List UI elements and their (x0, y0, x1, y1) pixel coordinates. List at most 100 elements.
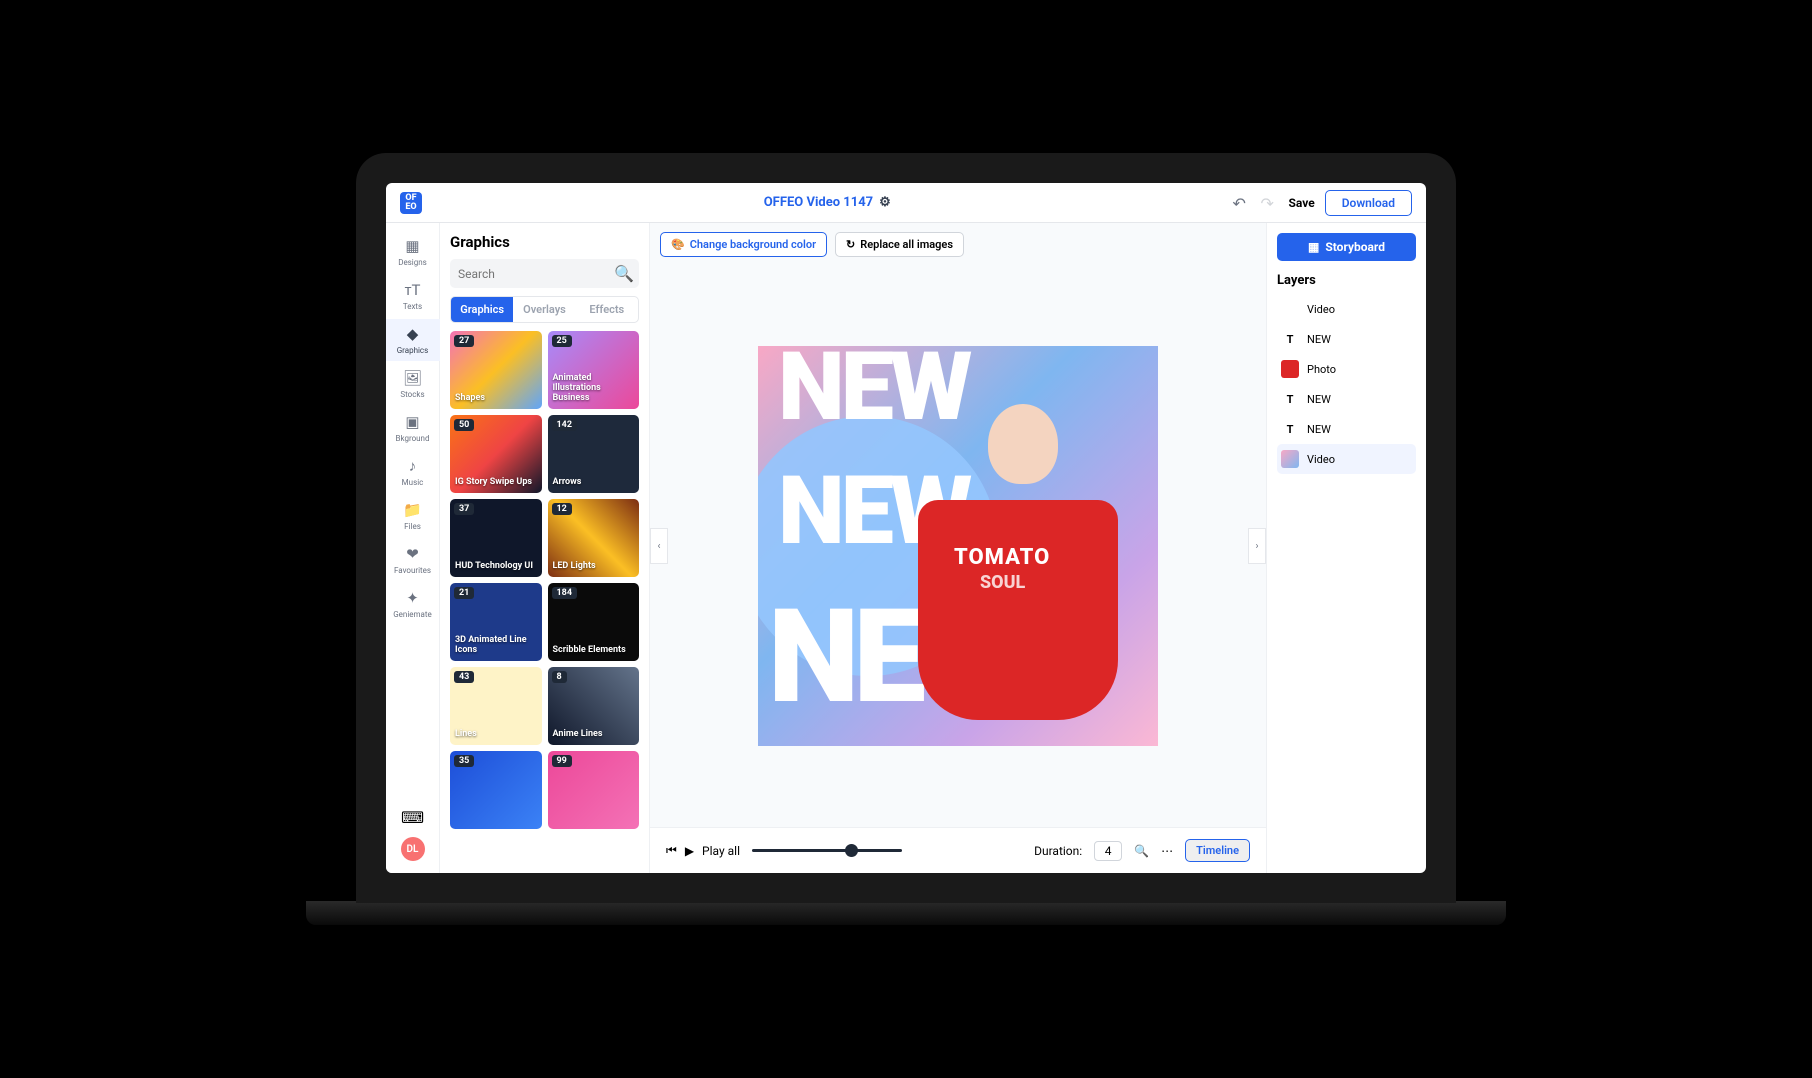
graphics-icon: ◆ (407, 325, 419, 343)
graphics-panel: Graphics 🔍 Graphics Overlays Effects 27S… (440, 223, 650, 873)
graphic-card[interactable]: 21 3D Animated Line Icons (450, 583, 542, 661)
layer-label: NEW (1307, 333, 1331, 346)
storyboard-icon: ▦ (1308, 240, 1319, 254)
graphic-card[interactable]: 12 LED Lights (548, 499, 640, 577)
text-icon: T (1281, 390, 1299, 408)
layer-item[interactable]: Video (1277, 294, 1416, 324)
music-icon: ♪ (409, 457, 417, 475)
tab-effects[interactable]: Effects (576, 297, 638, 322)
left-nav: ▦ Designs ᴛTTexts ◆Graphics 🖼 Stocks ▣Bkgr… (386, 223, 440, 873)
heart-icon: ❤ (406, 545, 419, 563)
card-title: LED Lights (553, 562, 596, 572)
more-icon[interactable]: ⋯ (1161, 844, 1173, 858)
download-button[interactable]: Download (1325, 190, 1412, 216)
panel-title: Graphics (450, 233, 639, 251)
duration-input[interactable] (1094, 841, 1122, 861)
user-avatar[interactable]: DL (401, 837, 425, 861)
next-scene-button[interactable]: › (1248, 528, 1266, 564)
right-panel: ▦Storyboard Layers VideoTNEWPhotoTNEWTNE… (1266, 223, 1426, 873)
photo-thumb-icon (1281, 360, 1299, 378)
card-count: 184 (552, 587, 578, 599)
card-title: 3D Animated Line Icons (455, 636, 537, 656)
nav-designs[interactable]: ▦ Designs (386, 231, 440, 273)
nav-label: Designs (398, 258, 427, 267)
play-icon[interactable]: ▶ (685, 844, 694, 858)
card-title: Arrows (553, 478, 582, 488)
layer-item[interactable]: T NEW (1277, 384, 1416, 414)
stocks-icon: 🖼 (403, 369, 422, 387)
project-title[interactable]: OFFEO Video 1147 (764, 195, 873, 210)
layer-item[interactable]: Video (1277, 444, 1416, 474)
layer-label: Video (1307, 453, 1335, 466)
zoom-slider[interactable] (752, 849, 902, 852)
graphic-card[interactable]: 37HUD Technology UI (450, 499, 542, 577)
nav-stocks[interactable]: 🖼 Stocks (386, 363, 440, 405)
card-count: 35 (454, 755, 474, 767)
graphic-card[interactable]: 99 (548, 751, 640, 829)
card-title: Anime Lines (553, 730, 603, 740)
play-all-label: Play all (702, 844, 740, 858)
layers-title: Layers (1277, 273, 1416, 288)
card-count: 12 (552, 503, 572, 515)
canvas-area: 🎨Change background color ↻Replace all im… (650, 223, 1266, 873)
nav-files[interactable]: 📁Files (386, 495, 440, 537)
card-count: 21 (454, 587, 474, 599)
card-title: Scribble Elements (553, 646, 626, 656)
nav-geniemate[interactable]: ✦Geniemate (386, 583, 440, 625)
keyboard-icon[interactable]: ⌨ (401, 808, 424, 827)
timeline-button[interactable]: Timeline (1185, 839, 1250, 862)
card-title: IG Story Swipe Ups (455, 478, 532, 488)
graphic-card[interactable]: 25Animated Illustrations Business (548, 331, 640, 409)
graphic-card[interactable]: 50 IG Story Swipe Ups (450, 415, 542, 493)
nav-music[interactable]: ♪Music (386, 451, 440, 493)
card-title: Animated Illustrations Business (553, 374, 635, 404)
top-bar: OFEO OFFEO Video 1147 ⚙ ↶ ↷ Save Downloa… (386, 183, 1426, 223)
texts-icon: ᴛT (405, 281, 421, 299)
nav-graphics[interactable]: ◆Graphics (386, 319, 440, 361)
card-count: 8 (552, 671, 567, 683)
nav-background[interactable]: ▣Bkground (386, 407, 440, 449)
files-icon: 📁 (403, 501, 422, 519)
nav-texts[interactable]: ᴛTTexts (386, 275, 440, 317)
nav-favourites[interactable]: ❤Favourites (386, 539, 440, 581)
graphic-card[interactable]: 43Lines (450, 667, 542, 745)
storyboard-button[interactable]: ▦Storyboard (1277, 233, 1416, 261)
replace-all-images-button[interactable]: ↻Replace all images (835, 232, 964, 257)
graphic-card[interactable]: 27Shapes (450, 331, 542, 409)
canvas-photo[interactable]: TOMATO SOUL (908, 390, 1138, 740)
layer-item[interactable]: Photo (1277, 354, 1416, 384)
card-count: 50 (454, 419, 474, 431)
video-thumb-icon (1281, 450, 1299, 468)
graphic-card[interactable]: 35 (450, 751, 542, 829)
card-title: Lines (455, 730, 477, 740)
designs-icon: ▦ (405, 237, 419, 255)
gear-icon[interactable]: ⚙ (879, 195, 891, 210)
text-icon: T (1281, 330, 1299, 348)
search-input[interactable] (458, 267, 614, 281)
nav-label: Geniemate (393, 610, 432, 619)
layer-item[interactable]: T NEW (1277, 324, 1416, 354)
graphic-card[interactable]: 184 Scribble Elements (548, 583, 640, 661)
shirt-text-2: SOUL (980, 572, 1025, 593)
tab-overlays[interactable]: Overlays (513, 297, 575, 322)
save-button[interactable]: Save (1289, 196, 1315, 210)
zoom-icon[interactable]: 🔍 (1134, 844, 1149, 858)
canvas[interactable]: NEW NEW NEW TOMATO SOUL (758, 346, 1158, 746)
tab-graphics[interactable]: Graphics (451, 297, 513, 322)
graphic-card[interactable]: 8 Anime Lines (548, 667, 640, 745)
layer-blank-icon (1281, 300, 1299, 318)
search-input-wrap[interactable]: 🔍 (450, 259, 639, 288)
refresh-icon: ↻ (846, 238, 855, 251)
shirt-text-1: TOMATO (954, 545, 1050, 570)
layer-label: NEW (1307, 393, 1331, 406)
graphic-card[interactable]: 142 Arrows (548, 415, 640, 493)
nav-label: Stocks (400, 390, 424, 399)
undo-icon[interactable]: ↶ (1233, 194, 1251, 212)
panel-tabs: Graphics Overlays Effects (450, 296, 639, 323)
layer-item[interactable]: TNEW (1277, 414, 1416, 444)
skip-back-icon[interactable]: ⏮ (666, 843, 677, 858)
change-background-button[interactable]: 🎨Change background color (660, 232, 827, 257)
search-icon[interactable]: 🔍 (614, 264, 634, 283)
prev-scene-button[interactable]: ‹ (650, 528, 668, 564)
card-count: 142 (552, 419, 578, 431)
